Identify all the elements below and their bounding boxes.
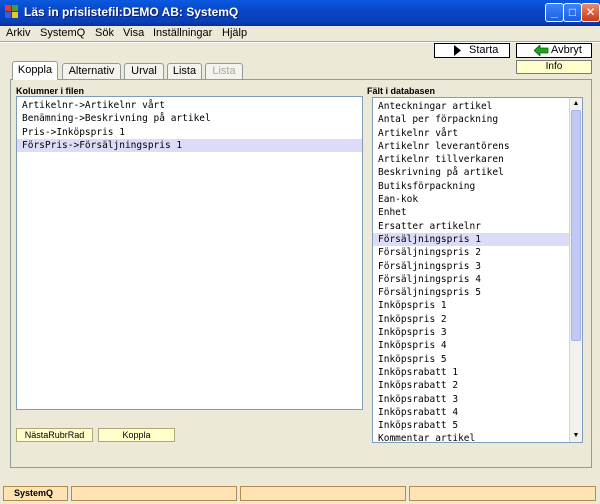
db-field-item[interactable]: Inköpspris 3 bbox=[373, 326, 582, 339]
db-field-item[interactable]: Försäljningspris 1 bbox=[373, 232, 582, 247]
file-column-item[interactable]: Pris->Inköpspris 1 bbox=[17, 126, 362, 139]
db-field-item[interactable]: Artikelnr vårt bbox=[373, 127, 582, 140]
back-arrow-icon bbox=[534, 45, 549, 56]
menu-divider bbox=[0, 41, 600, 43]
tab-koppla[interactable]: Koppla bbox=[12, 61, 58, 80]
status-bar: SystemQ bbox=[0, 483, 600, 504]
db-field-item[interactable]: Inköpspris 1 bbox=[373, 299, 582, 312]
koppla-panel: Kolumner i filen Artikelnr->Artikelnr vå… bbox=[10, 79, 592, 468]
db-fields-items: Anteckningar artikel Antal per förpacknin… bbox=[373, 98, 582, 442]
status-app-label: SystemQ bbox=[3, 486, 68, 501]
scroll-up-button[interactable]: ▲ bbox=[570, 98, 582, 110]
db-field-item[interactable]: Inköpsrabatt 2 bbox=[373, 379, 582, 392]
db-field-item[interactable]: Artikelnr leverantörens bbox=[373, 140, 582, 153]
minimize-button[interactable]: _ bbox=[545, 3, 564, 22]
tab-urval[interactable]: Urval bbox=[124, 63, 164, 80]
db-field-item[interactable]: Butiksförpackning bbox=[373, 180, 582, 193]
db-field-item[interactable]: Inköpspris 2 bbox=[373, 313, 582, 326]
menu-sok[interactable]: Sök bbox=[95, 26, 114, 40]
db-field-item[interactable]: Antal per förpackning bbox=[373, 113, 582, 126]
db-field-item[interactable]: Inköpsrabatt 1 bbox=[373, 366, 582, 379]
db-field-item[interactable]: Artikelnr tillverkaren bbox=[373, 153, 582, 166]
file-column-item[interactable]: Artikelnr->Artikelnr vårt bbox=[17, 99, 362, 112]
tab-lista-disabled: Lista bbox=[205, 63, 243, 80]
minimize-icon: _ bbox=[551, 5, 558, 19]
arrow-down-icon: ▼ bbox=[572, 432, 580, 439]
menu-visa[interactable]: Visa bbox=[123, 26, 144, 40]
scroll-down-button[interactable]: ▼ bbox=[570, 430, 582, 442]
cancel-label: Avbryt bbox=[551, 44, 582, 56]
db-field-item[interactable]: Försäljningspris 2 bbox=[373, 246, 582, 259]
menu-hjalp[interactable]: Hjälp bbox=[222, 26, 247, 40]
file-columns-list[interactable]: Artikelnr->Artikelnr vårt Benämning->Besk… bbox=[16, 96, 363, 410]
tab-lista[interactable]: Lista bbox=[167, 63, 202, 80]
close-button[interactable]: ✕ bbox=[581, 3, 600, 22]
window-title: Läs in prislistefil:DEMO AB: SystemQ bbox=[24, 5, 239, 19]
db-field-item[interactable]: Beskrivning på artikel bbox=[373, 166, 582, 179]
next-header-row-button[interactable]: NästaRubrRad bbox=[16, 428, 93, 442]
app-icon bbox=[5, 5, 18, 18]
connect-button[interactable]: Koppla bbox=[98, 428, 175, 442]
tab-alternativ[interactable]: Alternativ bbox=[62, 63, 121, 80]
db-field-item[interactable]: Inköpsrabatt 4 bbox=[373, 406, 582, 419]
db-field-item[interactable]: Försäljningspris 5 bbox=[373, 286, 582, 299]
info-label: Info bbox=[545, 61, 563, 72]
info-button[interactable]: Info bbox=[516, 60, 592, 74]
db-field-item[interactable]: Ean-kok bbox=[373, 193, 582, 206]
db-field-item[interactable]: Ersatter artikelnr bbox=[373, 220, 582, 233]
menu-installningar[interactable]: Inställningar bbox=[153, 26, 212, 40]
maximize-icon: □ bbox=[568, 5, 577, 19]
db-field-item[interactable]: Försäljningspris 3 bbox=[373, 260, 582, 273]
db-field-item[interactable]: Inköpsrabatt 5 bbox=[373, 419, 582, 432]
menu-bar: Arkiv SystemQ Sök Visa Inställningar Hjä… bbox=[0, 26, 600, 41]
cancel-button[interactable]: Avbryt bbox=[516, 43, 592, 58]
status-cell-4 bbox=[409, 486, 596, 501]
play-icon bbox=[454, 45, 461, 56]
db-field-item[interactable]: Inköpsrabatt 3 bbox=[373, 393, 582, 406]
db-field-item[interactable]: Anteckningar artikel bbox=[373, 100, 582, 113]
start-label: Starta bbox=[469, 44, 499, 56]
title-bar: Läs in prislistefil:DEMO AB: SystemQ _ □… bbox=[0, 0, 600, 26]
db-fields-heading: Fält i databasen bbox=[367, 86, 436, 96]
close-icon: ✕ bbox=[585, 5, 596, 19]
status-cell-2 bbox=[71, 486, 237, 501]
menu-arkiv[interactable]: Arkiv bbox=[6, 26, 30, 40]
status-cell-3 bbox=[240, 486, 406, 501]
db-field-item[interactable]: Kommentar artikel bbox=[373, 432, 582, 442]
db-field-item[interactable]: Inköpspris 5 bbox=[373, 353, 582, 366]
file-column-item[interactable]: Benämning->Beskrivning på artikel bbox=[17, 112, 362, 125]
db-field-item[interactable]: Inköpspris 4 bbox=[373, 339, 582, 352]
maximize-button[interactable]: □ bbox=[563, 3, 582, 22]
db-field-item[interactable]: Enhet bbox=[373, 206, 582, 219]
db-field-item[interactable]: Försäljningspris 4 bbox=[373, 273, 582, 286]
scroll-thumb[interactable] bbox=[571, 110, 581, 341]
db-fields-scrollbar[interactable]: ▲ ▼ bbox=[569, 98, 582, 442]
arrow-up-icon: ▲ bbox=[572, 100, 580, 107]
file-column-item[interactable]: FörsPris->Försäljningspris 1 bbox=[17, 138, 362, 153]
file-columns-heading: Kolumner i filen bbox=[16, 86, 85, 96]
menu-systemq[interactable]: SystemQ bbox=[40, 26, 85, 40]
start-button[interactable]: Starta bbox=[434, 43, 510, 58]
db-fields-list[interactable]: Anteckningar artikel Antal per förpacknin… bbox=[372, 97, 583, 443]
file-columns-items: Artikelnr->Artikelnr vårt Benämning->Besk… bbox=[17, 97, 362, 153]
